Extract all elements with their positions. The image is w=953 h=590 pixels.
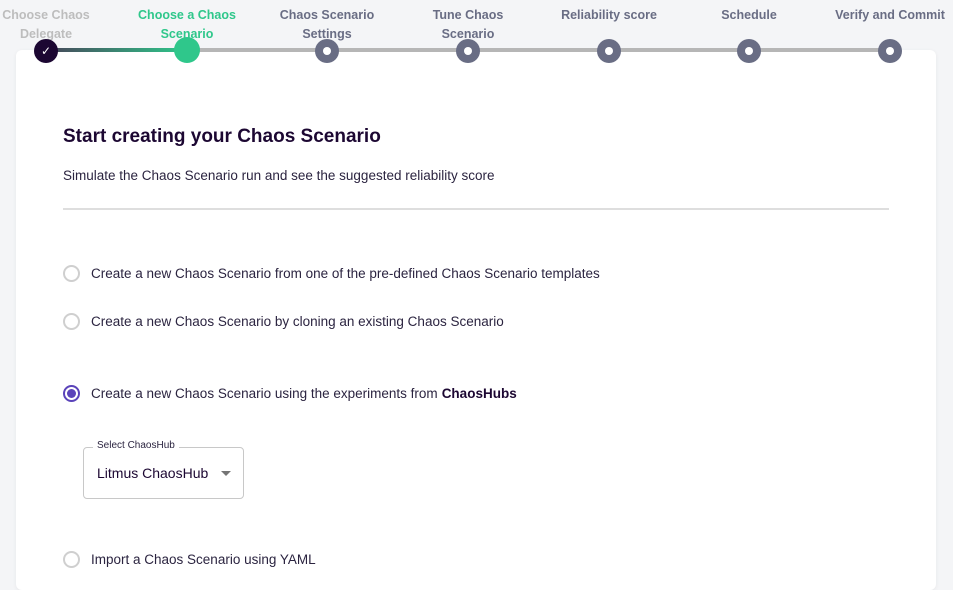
step-label: Schedule xyxy=(721,8,777,22)
step-pending-indicator xyxy=(878,39,902,63)
step-verify-and-commit[interactable]: Verify and Commit xyxy=(820,0,953,63)
step-tune-chaos-scenario[interactable]: Tune Chaos Scenario xyxy=(398,0,538,63)
radio-button[interactable] xyxy=(63,265,80,282)
stepper: Choose Chaos Delegate ✓ Choose a Chaos Sce… xyxy=(0,0,953,63)
option-chaoshubs[interactable]: Create a new Chaos Scenario using the ex… xyxy=(63,385,517,402)
option-import-yaml[interactable]: Import a Chaos Scenario using YAML xyxy=(63,551,316,568)
step-pending-indicator xyxy=(597,39,621,63)
option-clone-existing[interactable]: Create a new Chaos Scenario by cloning a… xyxy=(63,313,504,330)
step-pending-indicator xyxy=(315,39,339,63)
step-complete-indicator: ✓ xyxy=(34,39,58,63)
divider xyxy=(63,208,889,210)
option-label: Create a new Chaos Scenario using the ex… xyxy=(91,386,438,401)
page-subtitle: Simulate the Chaos Scenario run and see … xyxy=(63,168,495,183)
select-chaoshub-value: Litmus ChaosHub xyxy=(97,465,209,481)
checkmark-icon: ✓ xyxy=(40,44,52,58)
step-label: Reliability score xyxy=(561,8,657,22)
radio-button[interactable] xyxy=(63,551,80,568)
step-label: Choose a Chaos Scenario xyxy=(138,8,236,41)
option-label: Import a Chaos Scenario using YAML xyxy=(91,552,316,567)
step-label: Chaos Scenario Settings xyxy=(279,8,375,41)
option-predefined-templates[interactable]: Create a new Chaos Scenario from one of … xyxy=(63,265,600,282)
step-pending-indicator xyxy=(737,39,761,63)
step-chaos-scenario-settings[interactable]: Chaos Scenario Settings xyxy=(257,0,397,63)
step-active-indicator xyxy=(174,37,200,63)
radio-button[interactable] xyxy=(63,313,80,330)
step-reliability-score[interactable]: Reliability score xyxy=(539,0,679,63)
step-label: Choose Chaos Delegate xyxy=(2,8,90,41)
step-pending-indicator xyxy=(456,39,480,63)
step-schedule[interactable]: Schedule xyxy=(679,0,819,63)
page-title: Start creating your Chaos Scenario xyxy=(63,126,381,147)
step-label: Tune Chaos Scenario xyxy=(432,8,504,41)
choose-scenario-card: Start creating your Chaos Scenario Simul… xyxy=(16,50,936,590)
select-chaoshub-dropdown[interactable]: Select ChaosHub Litmus ChaosHub xyxy=(83,440,244,499)
step-label: Verify and Commit xyxy=(835,8,945,22)
option-label-emphasis: ChaosHubs xyxy=(441,386,517,401)
stepper-track-pending xyxy=(187,48,890,52)
step-choose-chaos-delegate[interactable]: Choose Chaos Delegate ✓ xyxy=(0,0,116,63)
radio-button-selected[interactable] xyxy=(63,385,80,402)
caret-down-icon xyxy=(221,471,231,476)
option-label: Create a new Chaos Scenario from one of … xyxy=(91,266,600,281)
step-choose-a-chaos-scenario[interactable]: Choose a Chaos Scenario xyxy=(117,0,257,63)
select-chaoshub-label: Select ChaosHub xyxy=(93,440,179,451)
stepper-track-completed xyxy=(46,48,187,52)
option-label: Create a new Chaos Scenario by cloning a… xyxy=(91,314,504,329)
